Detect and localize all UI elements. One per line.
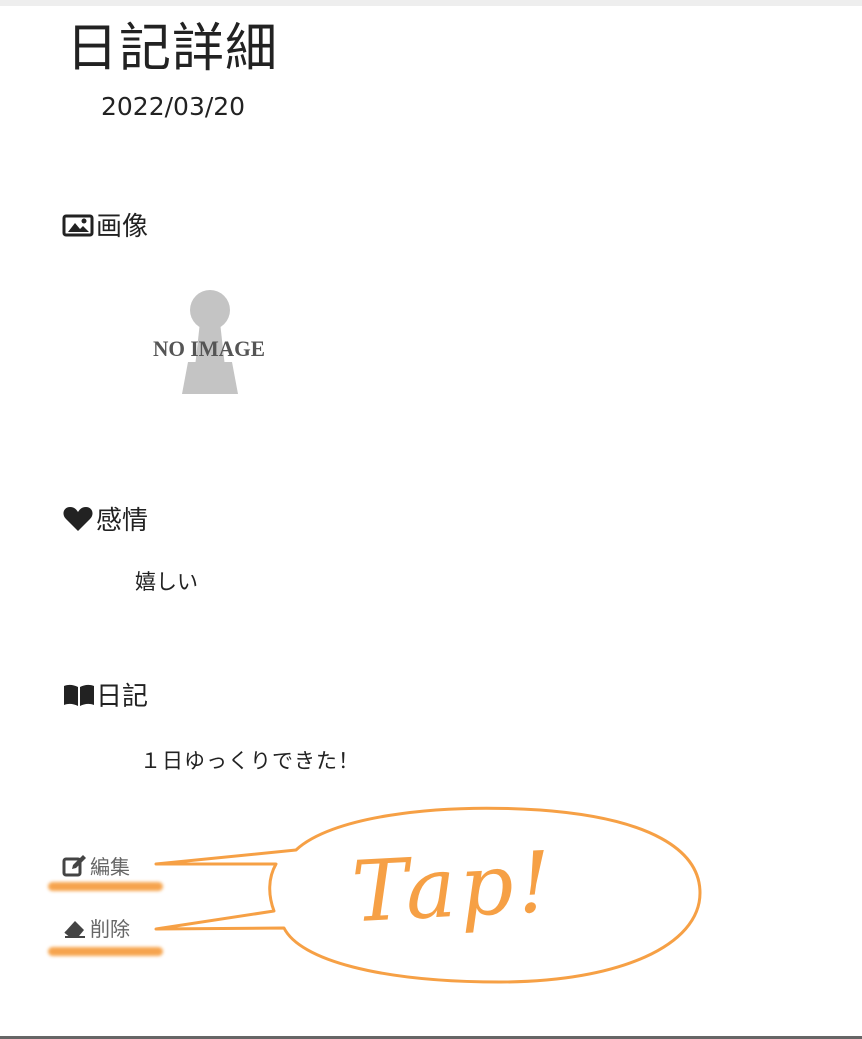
tap-annotation: Tap!	[349, 832, 558, 942]
